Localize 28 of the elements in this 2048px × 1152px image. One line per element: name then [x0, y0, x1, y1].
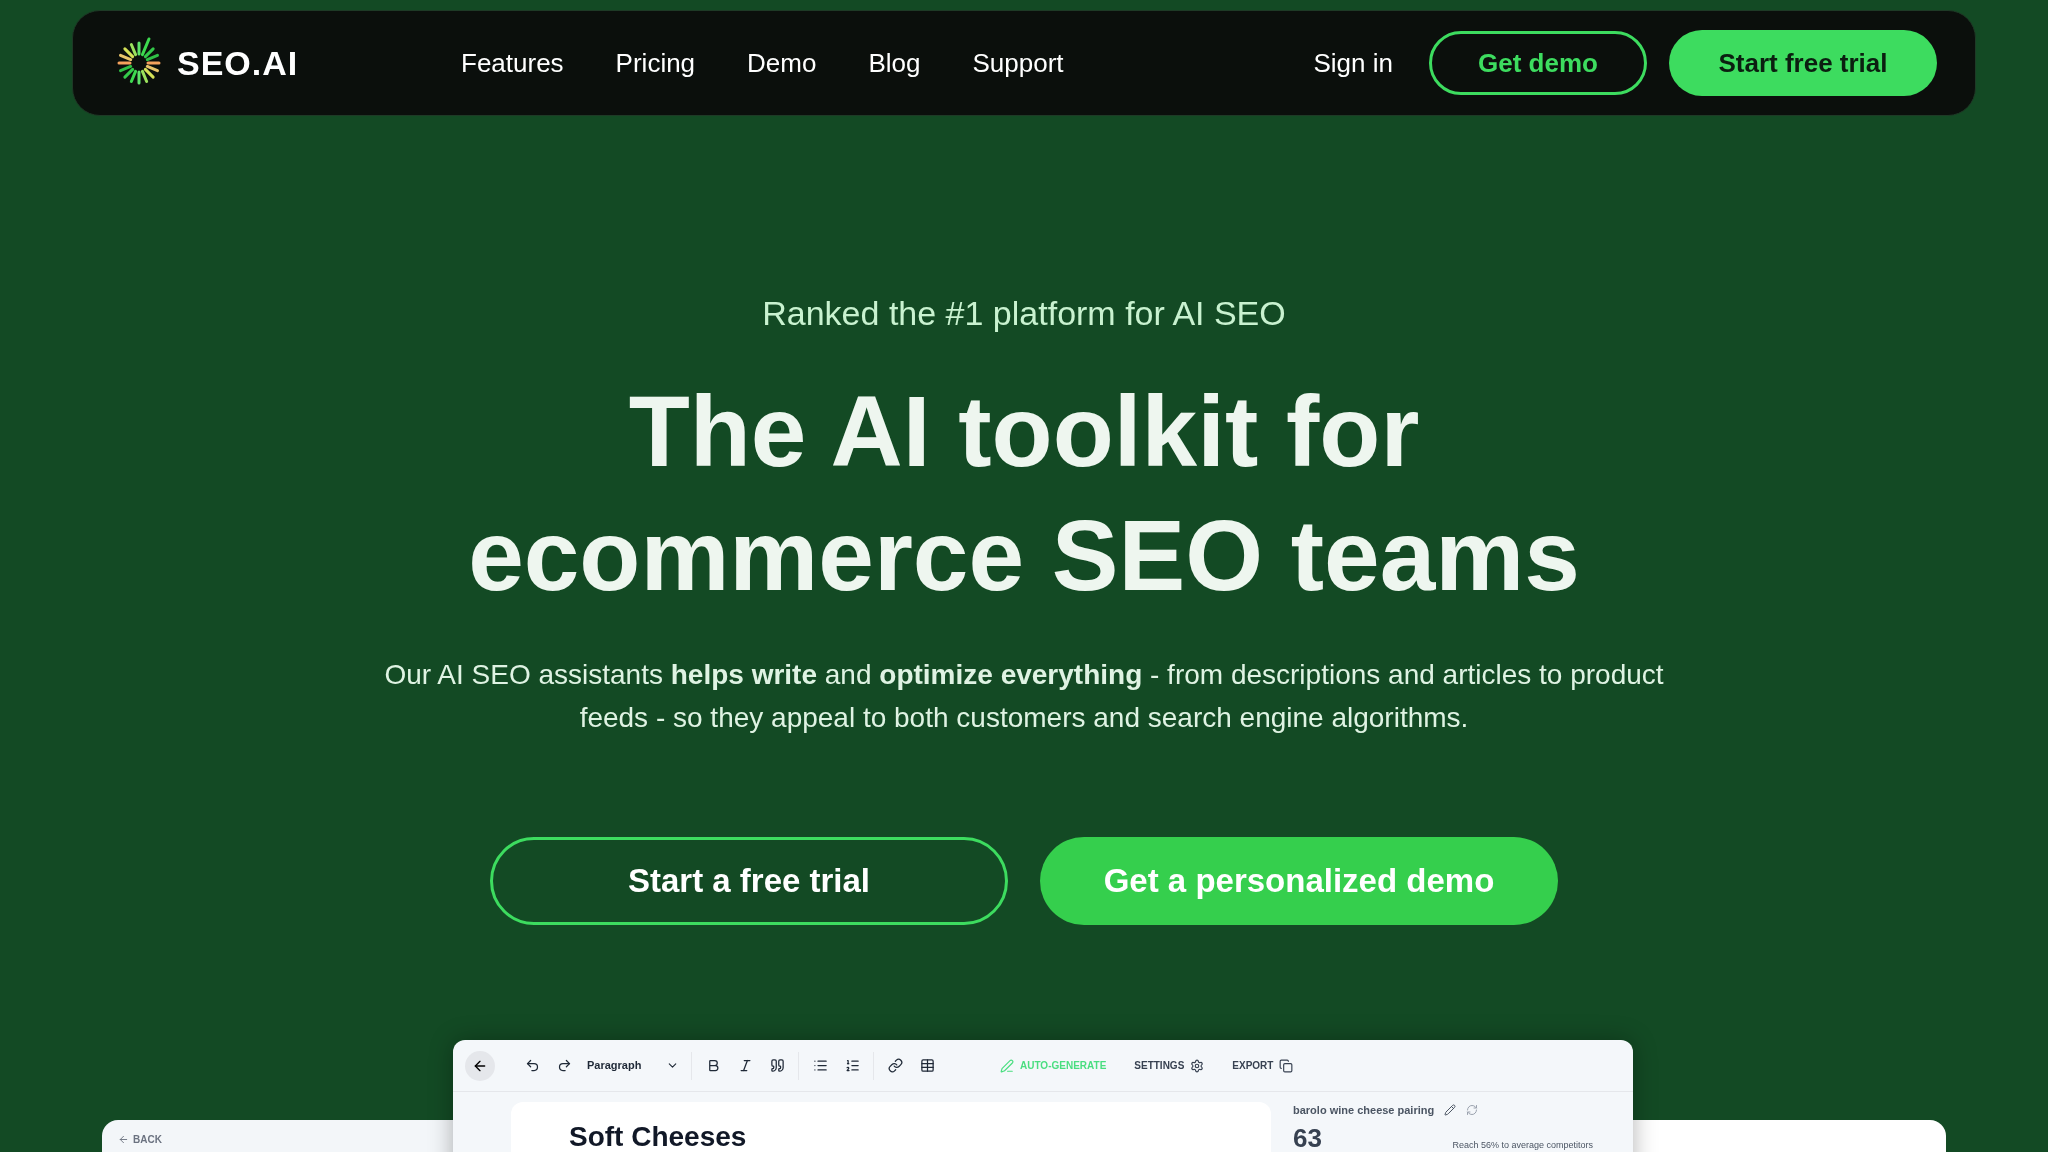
nav-link[interactable]: Pricing: [615, 43, 696, 83]
paragraph-dropdown[interactable]: Paragraph: [581, 1057, 685, 1074]
export-button[interactable]: EXPORT: [1232, 1058, 1294, 1073]
logo-wordmark[interactable]: SEO.AI: [177, 37, 299, 89]
seo-score: 63: [1293, 1122, 1322, 1152]
start-trial-button[interactable]: Start free trial: [1669, 30, 1937, 96]
nav-link[interactable]: Blog: [868, 43, 921, 83]
settings-icon: [1190, 1058, 1205, 1073]
free-trial-button[interactable]: Start a free trial: [490, 837, 1008, 925]
nav-link[interactable]: Features: [461, 43, 564, 83]
document-title: Soft Cheeses: [569, 1121, 747, 1152]
get-demo-button[interactable]: Get demo: [1429, 31, 1647, 95]
score-note: Reach 56% to average competitors: [1452, 1139, 1593, 1152]
back-button[interactable]: [465, 1050, 495, 1081]
nav-link[interactable]: Demo: [747, 43, 817, 83]
back-link[interactable]: BACK: [118, 1132, 162, 1147]
tagline: Ranked the #1 platform for AI SEO: [762, 293, 1286, 334]
pencil-icon: [1444, 1104, 1457, 1117]
nav-link[interactable]: Support: [972, 43, 1064, 83]
sign-in-link[interactable]: Sign in: [1313, 43, 1393, 83]
hero-description: Our AI SEO assistants helps write and optimize everything - from descriptions and articles to product feeds - so they appeal to both customers and search engine algorithms.: [383, 658, 1665, 735]
copy-icon: [1279, 1058, 1294, 1073]
back-arrow-icon: [118, 1134, 129, 1145]
hero-headline: The AI toolkit for ecommerce SEO teams: [468, 374, 1580, 613]
refresh-icon: [1466, 1104, 1479, 1117]
pen-icon: [1000, 1058, 1014, 1073]
settings-button[interactable]: SETTINGS: [1134, 1058, 1205, 1073]
keyword-label: barolo wine cheese pairing: [1293, 1103, 1435, 1118]
